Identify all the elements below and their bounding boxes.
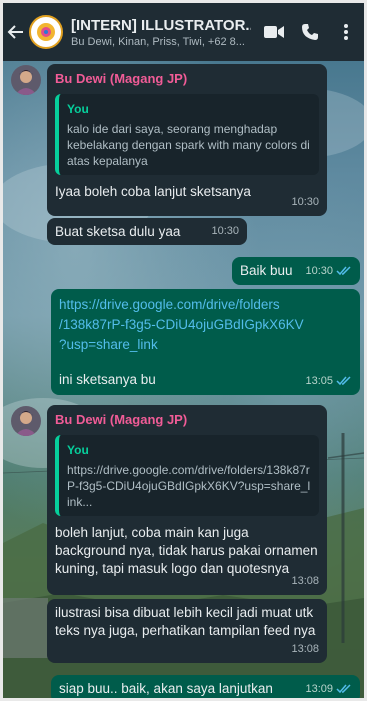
message-bubble-incoming[interactable]: ilustrasi bisa dibuat lebih kecil jadi m…: [47, 599, 327, 663]
link-line: ?usp=share_link: [59, 337, 158, 352]
message-text: ilustrasi bisa dibuat lebih kecil jadi m…: [55, 605, 316, 638]
chat-participants: Bu Dewi, Kinan, Priss, Tiwi, +62 8...: [71, 35, 245, 48]
chat-title-block[interactable]: [INTERN] ILLUSTRATOR... Bu Dewi, Kinan, …: [71, 17, 251, 48]
quoted-author: You: [67, 102, 89, 116]
quoted-message[interactable]: You https://drive.google.com/drive/folde…: [55, 435, 319, 516]
link-line: /138k87rP-f3g5-CDiU4ojuGBdIGpkX6KV: [59, 317, 304, 332]
chat-header: [INTERN] ILLUSTRATOR... Bu Dewi, Kinan, …: [3, 3, 364, 61]
more-options-icon[interactable]: [328, 14, 364, 50]
message-time: 13:08: [291, 575, 319, 587]
quoted-author: You: [67, 443, 89, 457]
avatar-icon[interactable]: [11, 65, 41, 95]
chat-screen: [INTERN] ILLUSTRATOR... Bu Dewi, Kinan, …: [3, 3, 364, 698]
link-line: https://drive.google.com/drive/folders: [59, 297, 280, 312]
message-text: boleh lanjut, coba main kan juga backgro…: [55, 525, 318, 576]
message-time: 10:30: [291, 196, 319, 208]
shared-link[interactable]: https://drive.google.com/drive/folders /…: [59, 295, 352, 355]
message-time: 13:08: [291, 643, 319, 655]
group-avatar[interactable]: [29, 15, 63, 49]
read-ticks-icon: [336, 684, 351, 694]
avatar-icon[interactable]: [11, 406, 41, 436]
sender-name[interactable]: Bu Dewi (Magang JP): [55, 70, 319, 88]
chat-title: [INTERN] ILLUSTRATOR...: [71, 16, 251, 34]
sender-name[interactable]: Bu Dewi (Magang JP): [55, 411, 319, 429]
voice-call-icon[interactable]: [292, 14, 328, 50]
message-bubble-incoming[interactable]: Bu Dewi (Magang JP) You https://drive.go…: [47, 405, 327, 595]
message-bubble-outgoing[interactable]: https://drive.google.com/drive/folders /…: [51, 289, 360, 395]
message-bubble-outgoing[interactable]: Baik buu 10:30: [232, 257, 360, 285]
read-ticks-icon: [336, 266, 351, 276]
message-time: 13:05: [305, 372, 352, 390]
video-call-icon[interactable]: [256, 14, 292, 50]
quoted-text: kalo ide dari saya, seorang menghadap ke…: [67, 122, 310, 168]
message-bubble-incoming[interactable]: Buat sketsa dulu yaa 10:30: [47, 218, 247, 245]
message-bubble-incoming[interactable]: Bu Dewi (Magang JP) You kalo ide dari sa…: [47, 64, 327, 216]
message-time: 10:30: [305, 262, 352, 280]
quoted-message[interactable]: You kalo ide dari saya, seorang menghada…: [55, 94, 319, 175]
read-ticks-icon: [336, 376, 351, 386]
back-arrow-icon[interactable]: [3, 3, 29, 61]
message-time: 13:09: [305, 680, 352, 698]
message-text: Iyaa boleh coba lanjut sketsanya: [55, 184, 251, 199]
quoted-text: https://drive.google.com/drive/folders/1…: [67, 463, 311, 509]
message-time: 10:30: [211, 225, 239, 237]
message-bubble-outgoing[interactable]: siap buu.. baik, akan saya lanjutkan 13:…: [51, 675, 360, 698]
